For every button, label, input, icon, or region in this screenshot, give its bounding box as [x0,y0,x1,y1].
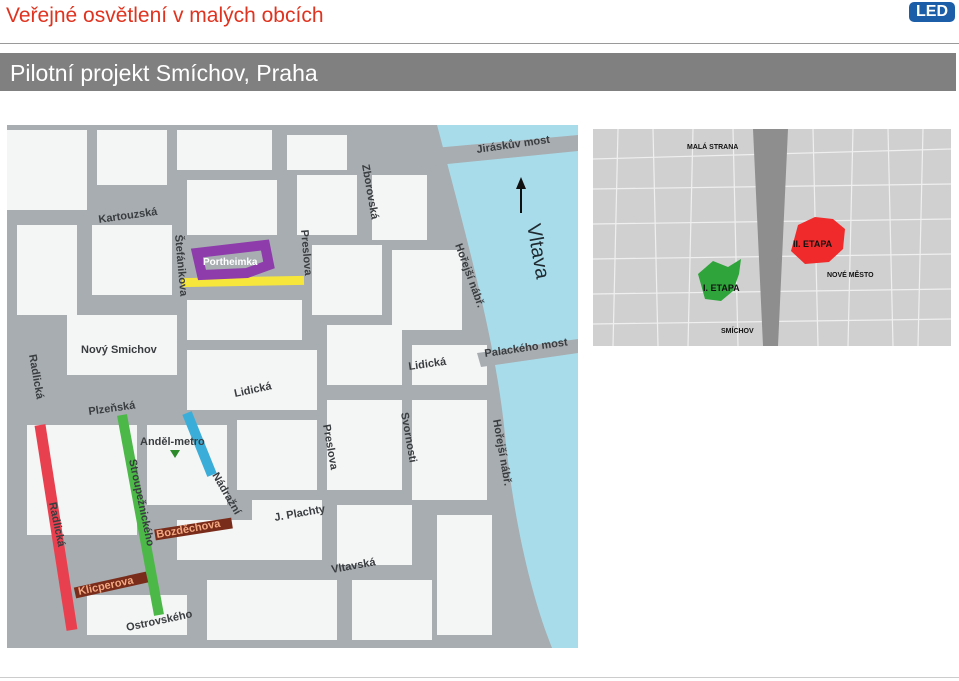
overview-label-etapa-1: I. ETAPA [703,283,740,293]
overview-label-mala-strana: MALÁ STRANA [687,142,738,151]
overview-label-etapa-2: II. ETAPA [793,239,833,249]
label-andel-metro: Anděl-metro [140,436,205,448]
prague-overview-map: MALÁ STRANA NOVÉ MĚSTO SMÍCHOV I. ETAPA … [593,129,951,346]
header-divider [0,43,959,44]
label-novy-smichov: Nový Smichov [81,344,158,356]
subtitle: Pilotní projekt Smíchov, Praha [10,60,318,86]
overview-label-nove-mesto: NOVÉ MĚSTO [827,270,874,279]
led-logo: LED [909,2,955,22]
overview-label-smichov: SMÍCHOV [721,326,754,335]
footer-divider [0,677,959,678]
page-title: Veřejné osvětlení v malých obcích [6,4,324,27]
smichov-street-map: Kartouzská Štefánikova Preslova Zborovsk… [7,125,578,648]
label-portheimka: Portheimka [203,257,258,268]
